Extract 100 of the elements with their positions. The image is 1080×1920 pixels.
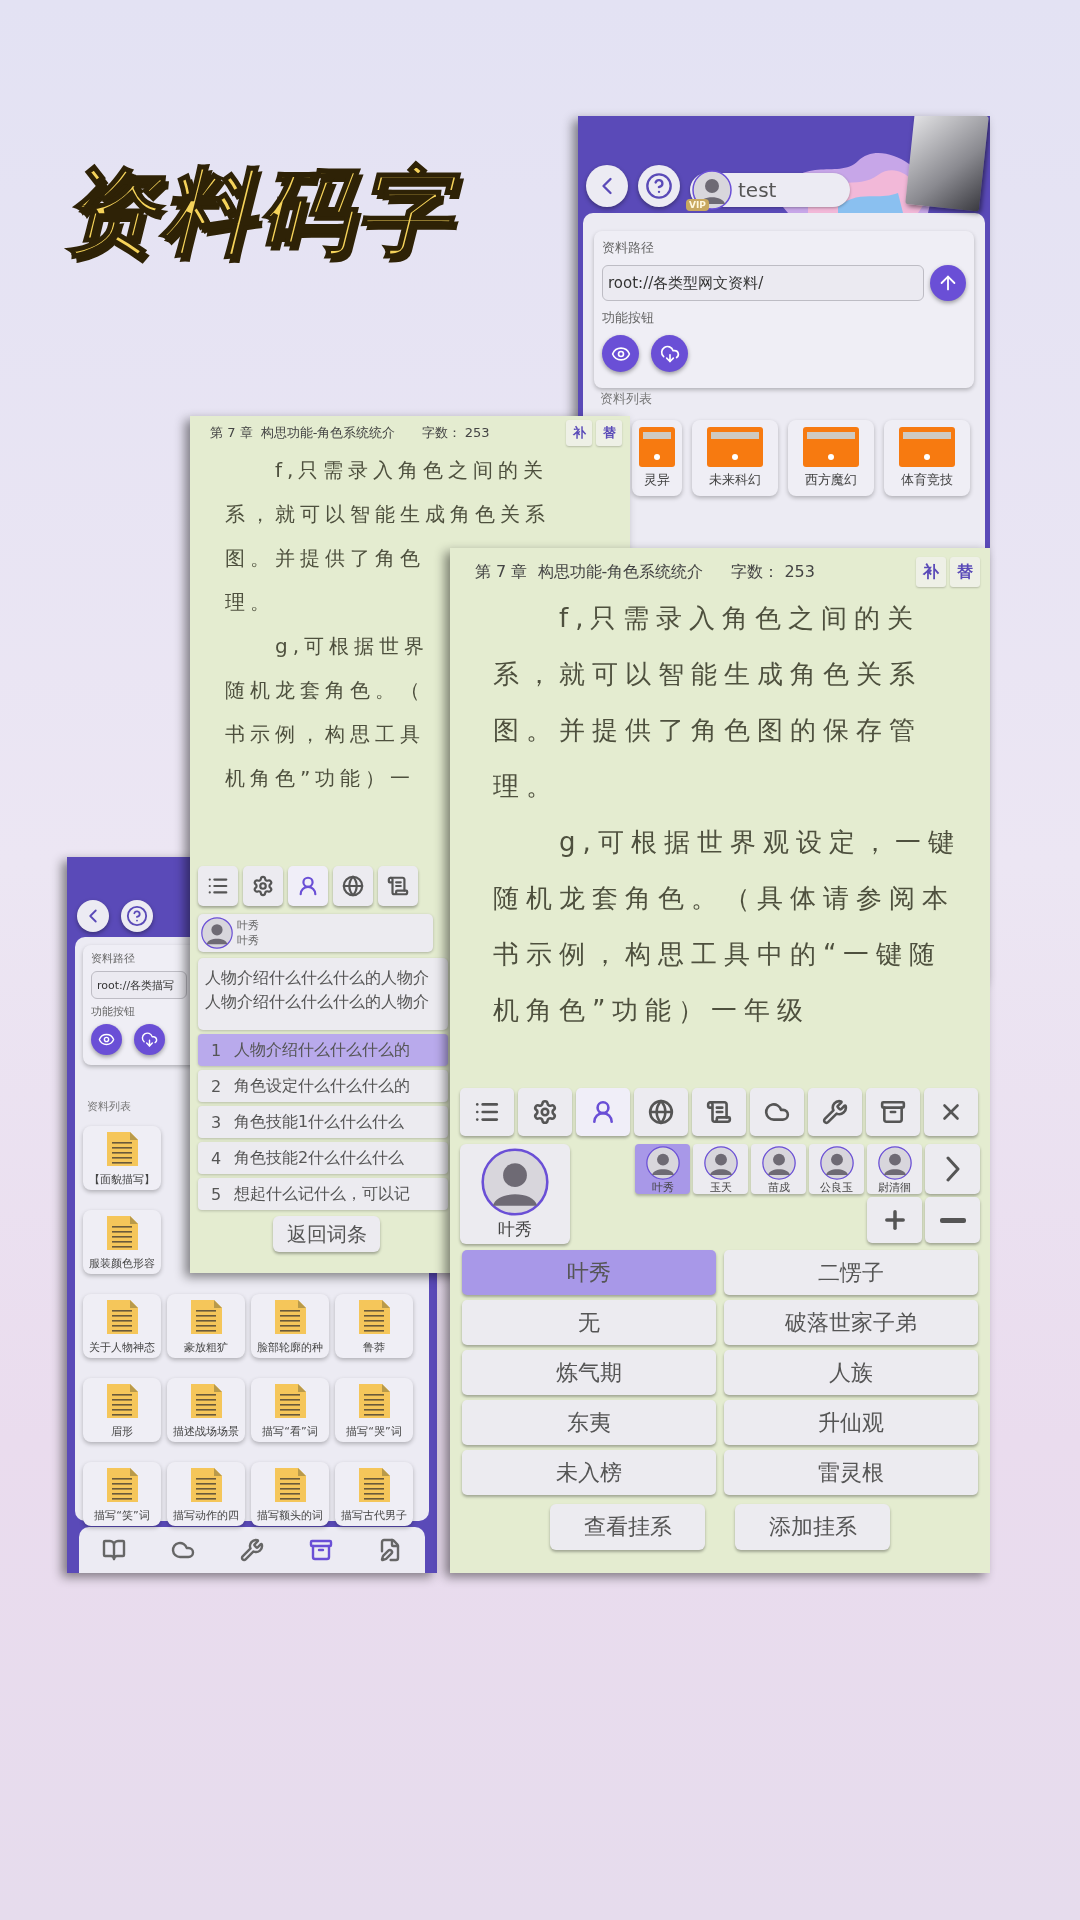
globe-icon [648, 1099, 674, 1125]
header-button[interactable]: 替 [950, 557, 980, 587]
character-alias: 叶秀 [237, 933, 259, 948]
file-tile[interactable]: 脸部轮廓的种 [251, 1294, 329, 1358]
document-icon [104, 1465, 140, 1504]
text-line: 理。 [225, 589, 275, 616]
attribute-button[interactable]: 升仙观 [724, 1400, 978, 1445]
header-button[interactable]: 补 [566, 420, 592, 446]
path-field[interactable]: root://各类型网文资料/ [602, 265, 924, 301]
folder-tile[interactable]: 西方魔幻 [788, 420, 874, 496]
tool-button[interactable] [378, 866, 418, 906]
tool-button[interactable] [576, 1088, 630, 1136]
back-button[interactable] [77, 900, 109, 932]
file-tile[interactable]: 眉形 [83, 1378, 161, 1442]
cloud-download-button[interactable] [134, 1024, 165, 1055]
file-tile[interactable]: 服装颜色形容 [83, 1210, 161, 1274]
file-tile[interactable]: 描写动作的四 [167, 1462, 245, 1526]
entry-row[interactable]: 2 角色设定什么什么什么的 [198, 1070, 448, 1102]
character-card[interactable]: 叶秀 叶秀 [198, 914, 433, 952]
file-tile[interactable]: 【面貌描写】 [83, 1126, 161, 1190]
file-tile[interactable]: 描写“笑”词 [83, 1462, 161, 1526]
action-button[interactable]: 查看挂系 [550, 1504, 705, 1550]
text-line: g,可根据世界 [274, 633, 430, 660]
entry-text: 角色技能1什么什么什么 [234, 1111, 405, 1133]
file-tile[interactable]: 鲁莽 [335, 1294, 413, 1358]
file-tile[interactable]: 描写额头的词 [251, 1462, 329, 1526]
avatar [201, 917, 233, 949]
attribute-button[interactable]: 未入榜 [462, 1450, 716, 1495]
attribute-button[interactable]: 无 [462, 1300, 716, 1345]
folder-tile[interactable]: 灵异 [632, 420, 682, 496]
entry-text: 想起什么记什么，可以记 [234, 1183, 410, 1205]
tool-button[interactable] [333, 866, 373, 906]
text-line: 随机龙套角色。（具体请参阅本 [493, 882, 955, 915]
cloud-download-button[interactable] [651, 335, 688, 372]
character-tile[interactable]: 苗戍 [751, 1144, 806, 1194]
avatar [645, 1146, 680, 1180]
list-icon [207, 875, 229, 897]
eye-button[interactable] [91, 1024, 122, 1055]
tool-button[interactable] [750, 1088, 804, 1136]
entry-row[interactable]: 1 人物介绍什么什么什么的 [198, 1034, 448, 1066]
promo-title: 资料码字 [52, 148, 474, 285]
attribute-button[interactable]: 炼气期 [462, 1350, 716, 1395]
tool-button[interactable] [243, 866, 283, 906]
up-button[interactable] [930, 265, 966, 301]
character-tile[interactable]: 尉清徊 [867, 1144, 922, 1194]
file-tile[interactable]: 豪放粗犷 [167, 1294, 245, 1358]
file-tile[interactable]: 描写古代男子 [335, 1462, 413, 1526]
file-tile[interactable]: 描写“看”词 [251, 1378, 329, 1442]
tool-button[interactable] [808, 1088, 862, 1136]
character-tile[interactable]: 玉天 [693, 1144, 748, 1194]
description-field[interactable]: 人物介绍什么什么什么的人物介 人物介绍什么什么什么的人物介 [198, 958, 448, 1030]
portrait-name: 叶秀 [498, 1217, 532, 1241]
portrait-card[interactable]: 叶秀 [460, 1144, 570, 1244]
next-button[interactable] [925, 1144, 980, 1194]
attribute-button[interactable]: 破落世家子弟 [724, 1300, 978, 1345]
attribute-button[interactable]: 人族 [724, 1350, 978, 1395]
character-tile[interactable]: 叶秀 [635, 1144, 690, 1194]
cloud-download-icon [141, 1031, 158, 1048]
list-label: 资料列表 [87, 1099, 132, 1114]
eye-button[interactable] [602, 335, 639, 372]
file-tile[interactable]: 关于人物神态 [83, 1294, 161, 1358]
gear-icon [252, 875, 274, 897]
entry-row[interactable]: 5 想起什么记什么，可以记 [198, 1178, 448, 1210]
document-icon [272, 1297, 308, 1336]
attribute-button[interactable]: 东夷 [462, 1400, 716, 1445]
entry-row[interactable]: 3 角色技能1什么什么什么 [198, 1106, 448, 1138]
tool-button[interactable] [866, 1088, 920, 1136]
path-field[interactable]: root://各类描写 [91, 971, 187, 999]
attribute-button[interactable]: 二愣子 [724, 1250, 978, 1295]
tool-button[interactable] [460, 1088, 514, 1136]
file-tile[interactable]: 描写“哭”词 [335, 1378, 413, 1442]
help-button[interactable] [638, 165, 680, 207]
file-tile[interactable]: 描述战场场景 [167, 1378, 245, 1442]
text-line: 系，就可以智能生成角色关系 [493, 658, 922, 691]
tool-button[interactable] [288, 866, 328, 906]
tool-button[interactable] [634, 1088, 688, 1136]
back-button[interactable] [586, 165, 628, 207]
text-line: 书示例，构思工具 [225, 721, 425, 748]
tool-button[interactable] [198, 866, 238, 906]
remove-button[interactable] [925, 1197, 980, 1243]
action-button[interactable]: 添加挂系 [735, 1504, 890, 1550]
entry-row[interactable]: 4 角色技能2什么什么什么 [198, 1142, 448, 1174]
character-tile[interactable]: 公良玉 [809, 1144, 864, 1194]
folder-tile[interactable]: 未来科幻 [692, 420, 778, 496]
path-label: 资料路径 [602, 239, 654, 257]
tool-button[interactable] [518, 1088, 572, 1136]
tool-button[interactable] [692, 1088, 746, 1136]
tool-button[interactable] [924, 1088, 978, 1136]
avatar [877, 1146, 912, 1180]
add-button[interactable] [867, 1197, 922, 1243]
list-label: 资料列表 [600, 390, 653, 408]
document-icon [356, 1465, 392, 1504]
help-button[interactable] [121, 900, 153, 932]
attribute-button[interactable]: 雷灵根 [724, 1450, 978, 1495]
header-button[interactable]: 补 [916, 557, 946, 587]
back-to-entries-button[interactable]: 返回词条 [273, 1216, 380, 1252]
document-icon [104, 1381, 140, 1420]
folder-tile[interactable]: 体育竞技 [884, 420, 970, 496]
vip-badge: VIP [686, 199, 709, 211]
header-button[interactable]: 替 [596, 420, 622, 446]
